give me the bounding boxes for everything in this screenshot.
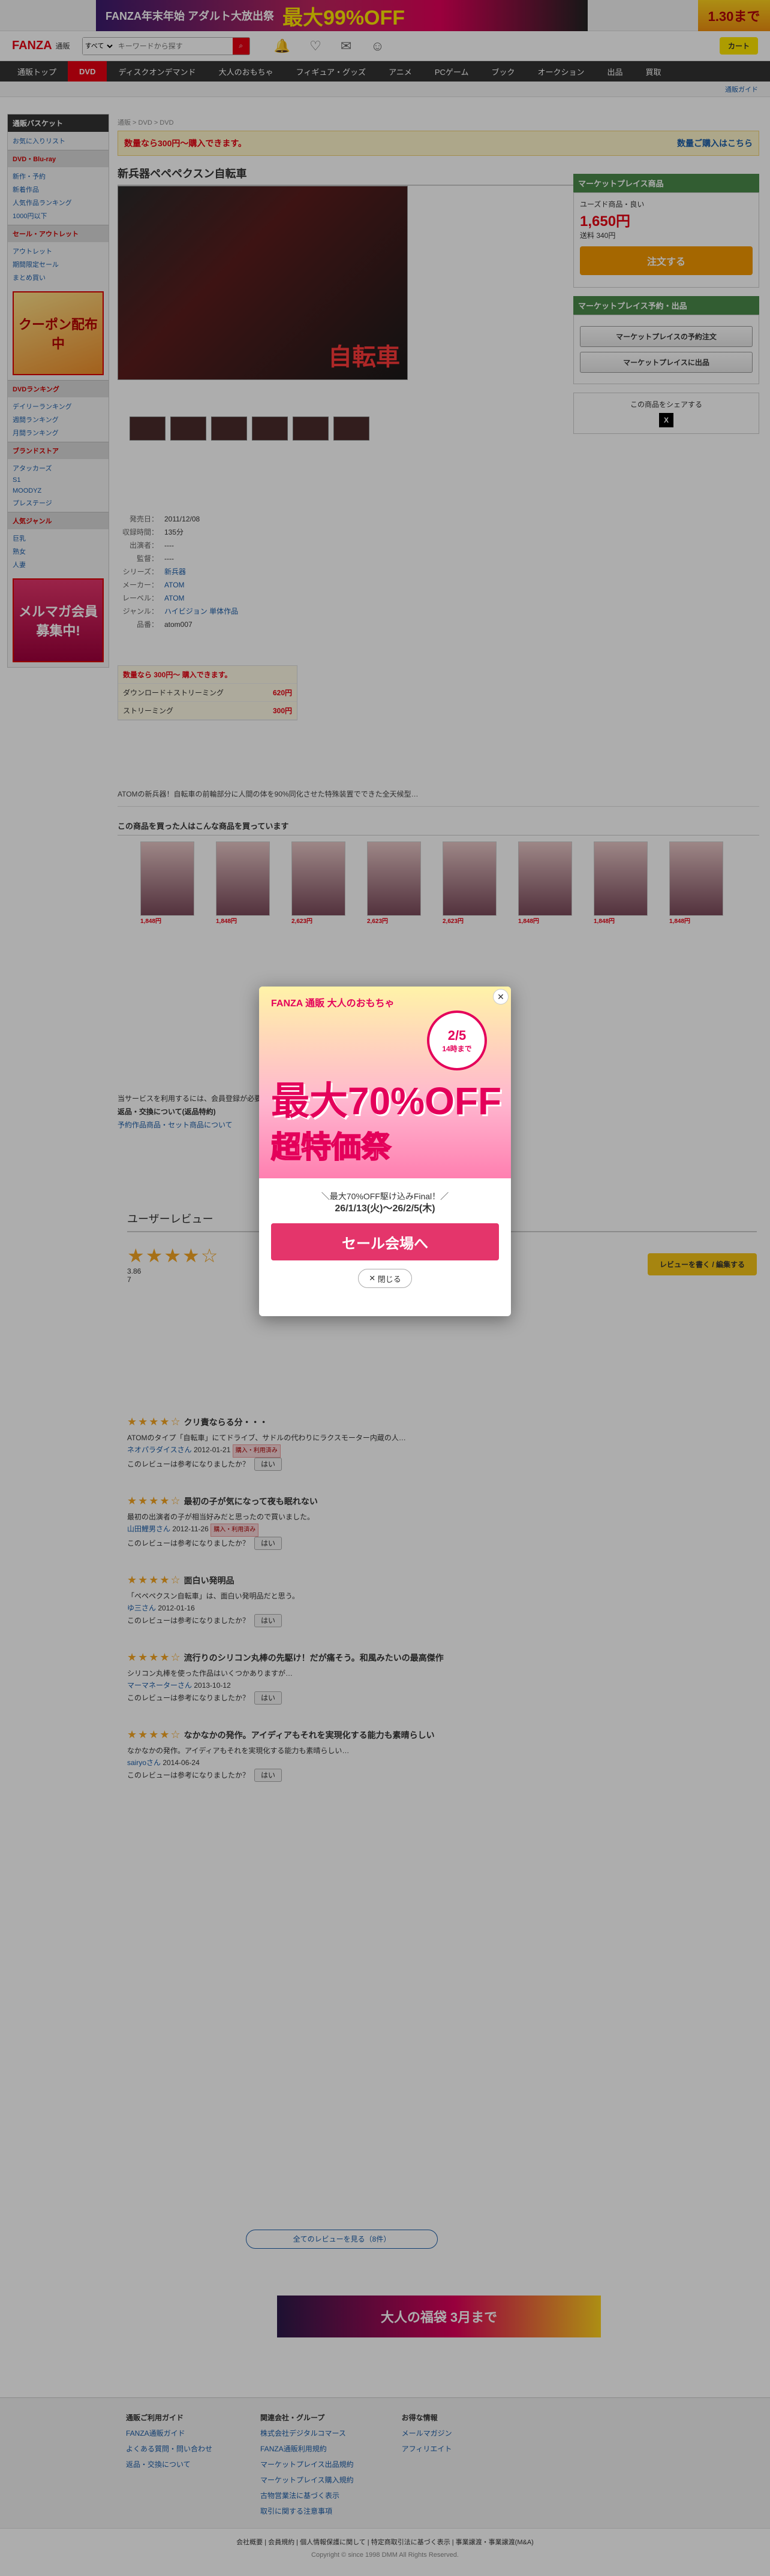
modal-logo: FANZA 通販 大人のおもちゃ [271,999,395,1009]
date-badge: 2/5 14時まで [427,1011,487,1070]
close-button[interactable]: ✕ 閉じる [358,1269,412,1288]
modal-fest-title: 超特価祭 [270,1130,392,1165]
close-icon[interactable]: ✕ [493,989,509,1005]
modal-artwork[interactable]: FANZA 通販 大人のおもちゃ 2/5 14時まで 最大70%OFF 超特価祭 [259,987,511,1178]
sale-modal: FANZA 通販 大人のおもちゃ 2/5 14時まで 最大70%OFF 超特価祭 … [259,987,511,1316]
modal-subtext: ＼最大70%OFF駆け込みFinal！／ 26/1/13(火)〜26/2/5(木… [321,1192,449,1214]
modal-discount: 最大70%OFF [271,1079,502,1123]
close-icon: ✕ [369,1274,376,1283]
sale-venue-button[interactable]: セール会場へ [271,1223,499,1260]
